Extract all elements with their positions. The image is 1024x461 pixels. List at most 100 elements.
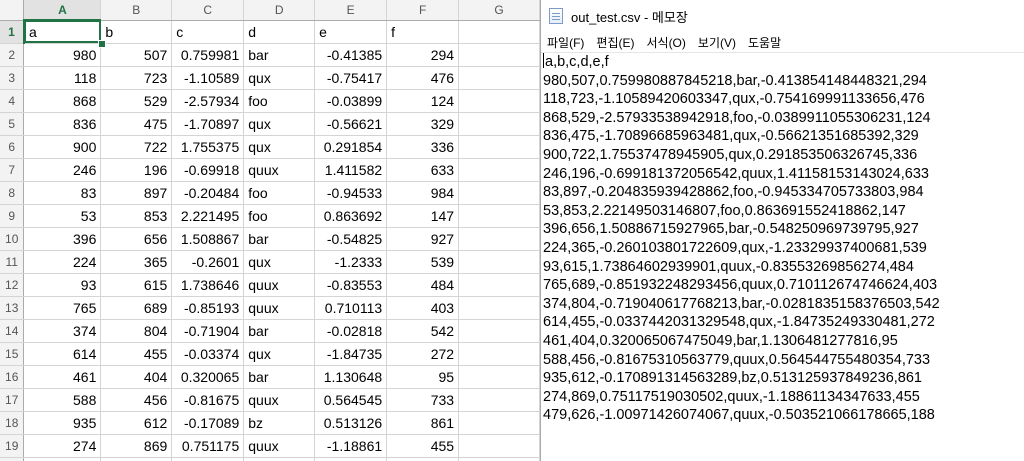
cell[interactable]: quux bbox=[243, 273, 316, 297]
cell[interactable]: 455 bbox=[386, 434, 460, 458]
cell[interactable]: 984 bbox=[386, 181, 460, 205]
cell[interactable]: 927 bbox=[386, 227, 460, 251]
cell[interactable]: bar bbox=[243, 43, 316, 67]
cell[interactable]: 612 bbox=[100, 411, 173, 435]
cell[interactable] bbox=[458, 388, 540, 412]
cell[interactable]: 396 bbox=[23, 227, 102, 251]
cell[interactable]: 900 bbox=[23, 135, 102, 159]
menu-format[interactable]: 서식(O) bbox=[646, 34, 685, 51]
cell[interactable]: 124 bbox=[386, 89, 460, 113]
cell[interactable]: 868 bbox=[23, 89, 102, 113]
cell[interactable]: -0.17089 bbox=[171, 411, 245, 435]
column-header-e[interactable]: E bbox=[314, 0, 388, 21]
cell[interactable]: 588 bbox=[23, 388, 102, 412]
cell[interactable] bbox=[458, 43, 540, 67]
cell[interactable]: 0.564545 bbox=[314, 388, 388, 412]
cell[interactable]: -0.94533 bbox=[314, 181, 388, 205]
cell[interactable]: 272 bbox=[386, 342, 460, 366]
cell[interactable] bbox=[458, 135, 540, 159]
row-header[interactable]: 16 bbox=[0, 365, 25, 389]
cell[interactable]: -0.69918 bbox=[171, 158, 245, 182]
row-header[interactable]: 2 bbox=[0, 43, 25, 67]
cell[interactable]: 404 bbox=[100, 365, 173, 389]
menu-view[interactable]: 보기(V) bbox=[698, 34, 736, 51]
row-header[interactable]: 10 bbox=[0, 227, 25, 251]
cell[interactable]: 723 bbox=[100, 66, 173, 90]
row-header[interactable]: 17 bbox=[0, 388, 25, 412]
cell[interactable] bbox=[458, 227, 540, 251]
cell[interactable]: 53 bbox=[23, 204, 102, 228]
menu-file[interactable]: 파일(F) bbox=[547, 34, 584, 51]
select-all-corner[interactable] bbox=[0, 0, 25, 21]
row-header[interactable]: 20 bbox=[0, 457, 25, 461]
cell[interactable]: 224 bbox=[23, 250, 102, 274]
row-header[interactable]: 13 bbox=[0, 296, 25, 320]
cell[interactable]: 507 bbox=[100, 43, 173, 67]
spreadsheet-grid[interactable]: ABCDEFG 1 a b c d e f 2 980 507 0.759981 bar -0.4138… bbox=[0, 0, 540, 461]
cell[interactable]: 897 bbox=[100, 181, 173, 205]
cell[interactable]: quux bbox=[243, 434, 316, 458]
cell[interactable]: 626 bbox=[100, 457, 173, 461]
cell[interactable]: 118 bbox=[23, 66, 102, 90]
cell[interactable]: -0.81675 bbox=[171, 388, 245, 412]
column-header-d[interactable]: D bbox=[243, 0, 316, 21]
cell[interactable]: 633 bbox=[386, 158, 460, 182]
column-header-a[interactable]: A bbox=[23, 0, 102, 21]
cell[interactable]: bar bbox=[243, 319, 316, 343]
cell[interactable]: 0.710113 bbox=[314, 296, 388, 320]
cell[interactable]: 0.751175 bbox=[171, 434, 245, 458]
cell[interactable]: 861 bbox=[386, 411, 460, 435]
row-header[interactable]: 9 bbox=[0, 204, 25, 228]
row-header[interactable]: 7 bbox=[0, 158, 25, 182]
cell[interactable]: quux bbox=[243, 457, 316, 461]
cell[interactable]: qux bbox=[243, 250, 316, 274]
cell[interactable]: -2.57934 bbox=[171, 89, 245, 113]
cell[interactable]: 476 bbox=[386, 66, 460, 90]
cell[interactable]: 1.755375 bbox=[171, 135, 245, 159]
cell[interactable]: 95 bbox=[386, 365, 460, 389]
cell[interactable]: 274 bbox=[23, 434, 102, 458]
row-header[interactable]: 11 bbox=[0, 250, 25, 274]
cell[interactable] bbox=[458, 20, 540, 44]
cell[interactable] bbox=[458, 66, 540, 90]
row-header[interactable]: 12 bbox=[0, 273, 25, 297]
row-header[interactable]: 8 bbox=[0, 181, 25, 205]
cell[interactable]: quux bbox=[243, 388, 316, 412]
cell[interactable] bbox=[458, 204, 540, 228]
cell[interactable]: -1.10589 bbox=[171, 66, 245, 90]
cell[interactable]: 615 bbox=[100, 273, 173, 297]
menu-edit[interactable]: 편집(E) bbox=[596, 34, 634, 51]
cell[interactable]: 93 bbox=[23, 273, 102, 297]
cell[interactable]: qux bbox=[243, 342, 316, 366]
cell[interactable] bbox=[458, 411, 540, 435]
cell[interactable]: -0.85193 bbox=[171, 296, 245, 320]
row-header[interactable]: 14 bbox=[0, 319, 25, 343]
cell[interactable]: 1.130648 bbox=[314, 365, 388, 389]
cell[interactable]: -1.2333 bbox=[314, 250, 388, 274]
cell[interactable]: -0.41385 bbox=[314, 43, 388, 67]
cell[interactable]: -0.2601 bbox=[171, 250, 245, 274]
cell[interactable]: -0.03899 bbox=[314, 89, 388, 113]
cell[interactable]: 294 bbox=[386, 43, 460, 67]
cell[interactable]: 0.513126 bbox=[314, 411, 388, 435]
row-header[interactable]: 15 bbox=[0, 342, 25, 366]
row-header[interactable]: 1 bbox=[0, 20, 25, 44]
cell[interactable]: 689 bbox=[100, 296, 173, 320]
cell[interactable] bbox=[458, 250, 540, 274]
menu-help[interactable]: 도움말 bbox=[748, 34, 781, 51]
cell[interactable]: -0.50352 bbox=[314, 457, 388, 461]
cell[interactable]: quux bbox=[243, 158, 316, 182]
cell[interactable]: qux bbox=[243, 112, 316, 136]
cell[interactable]: 0.291854 bbox=[314, 135, 388, 159]
cell[interactable]: 455 bbox=[100, 342, 173, 366]
cell[interactable]: foo bbox=[243, 204, 316, 228]
cell[interactable]: 147 bbox=[386, 204, 460, 228]
cell[interactable]: 765 bbox=[23, 296, 102, 320]
cell[interactable]: -0.71904 bbox=[171, 319, 245, 343]
cell[interactable]: bar bbox=[243, 227, 316, 251]
cell[interactable]: 1.738646 bbox=[171, 273, 245, 297]
cell[interactable]: bar bbox=[243, 365, 316, 389]
cell[interactable] bbox=[458, 89, 540, 113]
cell[interactable]: b bbox=[100, 20, 173, 44]
cell[interactable]: foo bbox=[243, 181, 316, 205]
